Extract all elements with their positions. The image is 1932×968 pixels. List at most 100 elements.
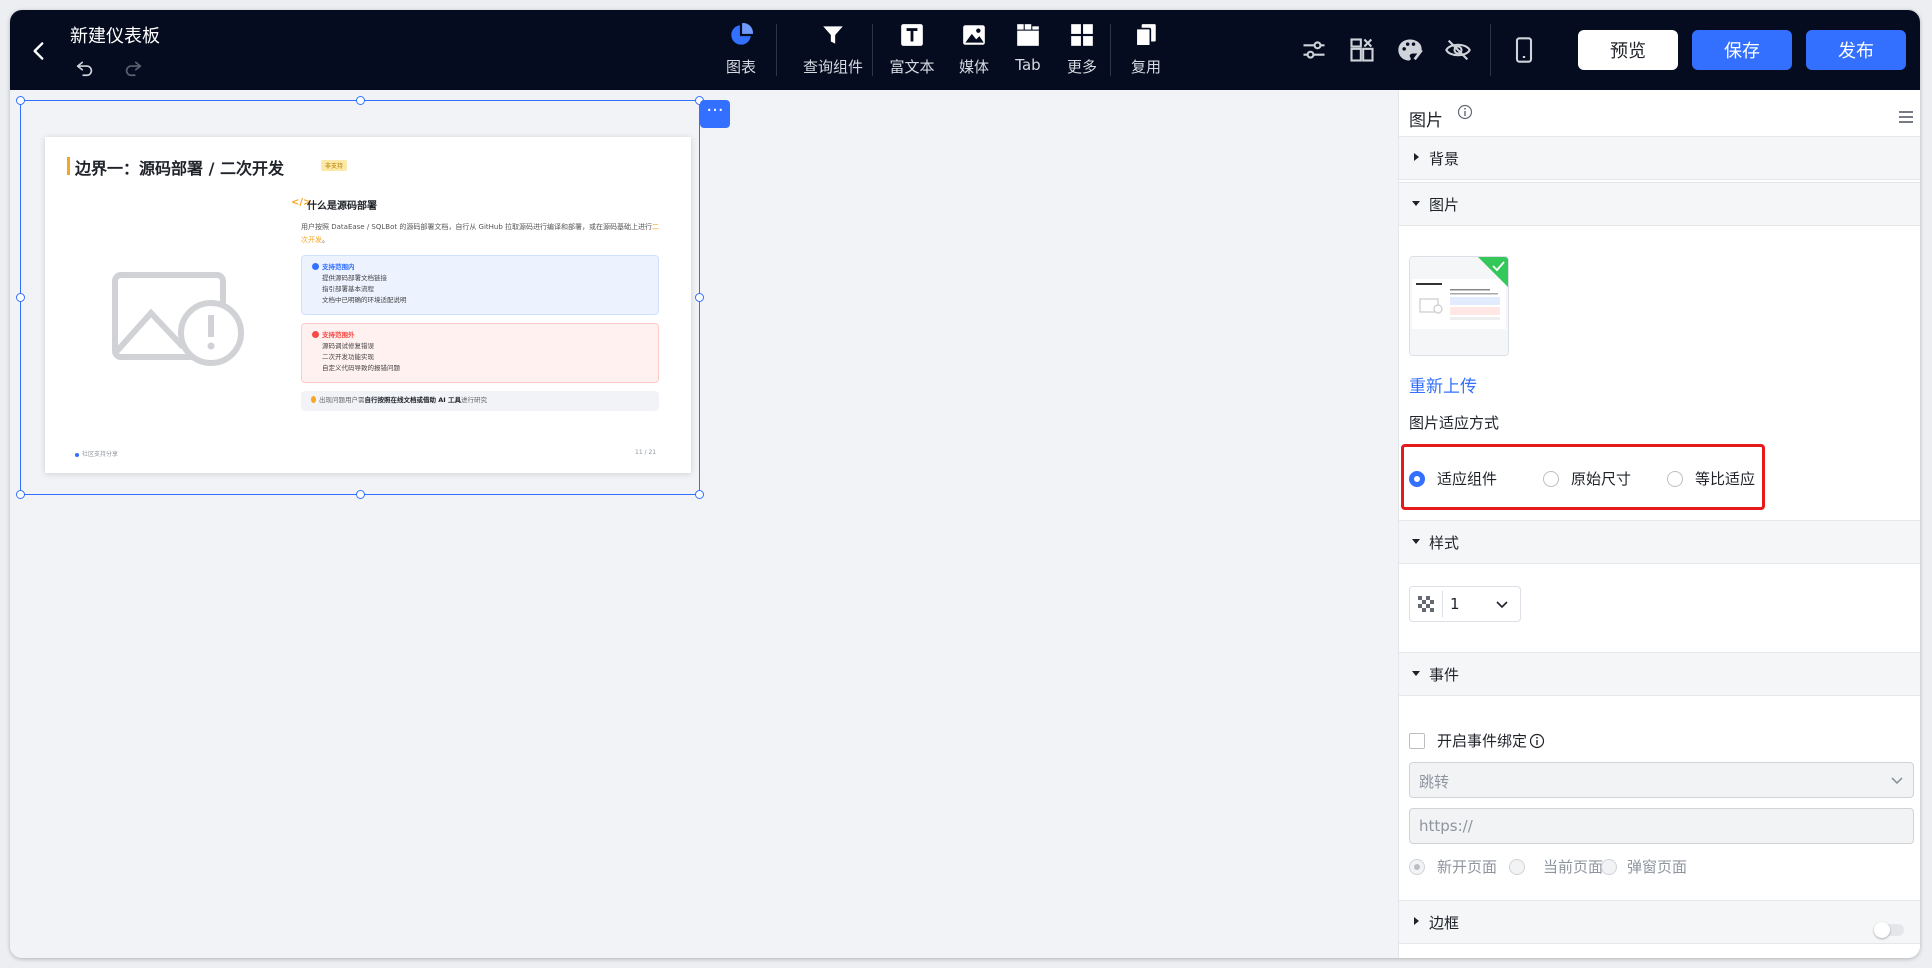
style-select-value: 1: [1450, 595, 1460, 613]
resize-handle[interactable]: [356, 96, 365, 105]
open-option-current-page[interactable]: 当前页面: [1509, 856, 1603, 877]
caret-down-icon: [1412, 671, 1420, 676]
url-input[interactable]: https://: [1409, 808, 1914, 844]
tool-chart[interactable]: 图表: [716, 20, 766, 82]
resize-handle[interactable]: [356, 490, 365, 499]
out-scope-title: 支持范围外: [312, 330, 648, 341]
tip-card: 出现问题用户需自行按照在线文档或借助 AI 工具进行研究: [301, 391, 659, 411]
grid-icon: [1071, 24, 1093, 46]
undo-icon[interactable]: [74, 56, 96, 78]
slide-section-title: 什么是源码部署: [307, 201, 377, 212]
tool-rich-text-label: 富文本: [889, 58, 935, 76]
toggle-knob: [1874, 922, 1890, 938]
image-thumbnail[interactable]: [1409, 256, 1509, 356]
section-border[interactable]: 边框: [1399, 900, 1920, 944]
tool-media[interactable]: 媒体: [952, 20, 996, 82]
tip-text: 出现问题用户需: [319, 396, 365, 404]
image-icon: [963, 25, 985, 45]
dashboard-title[interactable]: 新建仪表板: [70, 22, 160, 48]
eye-off-icon[interactable]: [1444, 36, 1472, 64]
settings-sliders-icon[interactable]: [1300, 36, 1328, 64]
redo-icon[interactable]: [122, 56, 144, 78]
section-border-label: 边框: [1429, 914, 1460, 932]
info-icon[interactable]: [1529, 733, 1545, 749]
url-placeholder: https://: [1419, 817, 1473, 835]
mobile-layout-icon[interactable]: [1510, 36, 1538, 64]
slide-footer: 社区支持分享: [75, 449, 118, 458]
fit-option-original[interactable]: 原始尺寸: [1543, 468, 1631, 489]
tool-reuse[interactable]: 复用: [1124, 20, 1168, 82]
filter-icon: [823, 26, 843, 44]
out-scope-item: 源码调试修复错误: [322, 342, 374, 350]
resize-handle[interactable]: [16, 490, 25, 499]
section-event-label: 事件: [1429, 666, 1460, 684]
fit-option-label: 原始尺寸: [1571, 470, 1632, 488]
thumbnail-preview: [1410, 257, 1508, 355]
resize-handle[interactable]: [695, 490, 704, 499]
section-background[interactable]: 背景: [1399, 136, 1920, 180]
preview-button[interactable]: 预览: [1578, 30, 1678, 70]
in-scope-title-text: 支持范围内: [322, 263, 355, 271]
open-option-popup[interactable]: 弹窗页面: [1601, 856, 1687, 877]
tool-more-label: 更多: [1066, 58, 1097, 76]
dashboard-canvas[interactable]: 边界一：源码部署 / 二次开发 非支持 </> 什么是源码部署 用户按照 Dat…: [10, 90, 1398, 958]
toolbar-divider: [1110, 24, 1111, 76]
resize-handle[interactable]: [695, 293, 704, 302]
slide-paragraph: 用户按照 DataEase / SQLBot 的源码部署文档，自行从 GitHu…: [301, 221, 663, 247]
toolbar-divider: [1490, 24, 1491, 76]
tool-more[interactable]: 更多: [1060, 20, 1104, 82]
caret-right-icon: [1414, 917, 1419, 925]
slide-title-bar: [67, 157, 70, 175]
tip-text-end: 进行研究: [460, 396, 487, 404]
section-style[interactable]: 样式: [1399, 520, 1920, 564]
back-arrow-icon[interactable]: [26, 38, 52, 64]
reupload-link[interactable]: 重新上传: [1409, 372, 1477, 397]
resize-handle[interactable]: [16, 96, 25, 105]
radio-icon: [1601, 858, 1617, 875]
style-select[interactable]: 1: [1409, 586, 1521, 622]
section-background-label: 背景: [1429, 150, 1460, 168]
event-type-select[interactable]: 跳转: [1409, 762, 1914, 798]
event-type-value: 跳转: [1419, 773, 1450, 791]
menu-icon[interactable]: [1897, 108, 1915, 126]
tool-rich-text[interactable]: 富文本: [886, 20, 938, 82]
event-bind-checkbox[interactable]: 开启事件绑定: [1409, 730, 1545, 751]
fit-option-proportional[interactable]: 等比适应: [1667, 468, 1755, 489]
out-scope-item: 自定义代码导致的报错问题: [322, 364, 400, 372]
tool-tab[interactable]: Tab: [1006, 20, 1050, 82]
footer-dot: [75, 453, 79, 457]
copy-icon: [1135, 24, 1156, 47]
section-event[interactable]: 事件: [1399, 652, 1920, 696]
tab-icon: [1017, 24, 1039, 46]
rich-text-icon: [901, 24, 923, 46]
pie-chart-icon: [731, 23, 753, 45]
in-scope-card: 支持范围内 提供源码部署文档链接 指引部署基本流程 文档中已明确的环境适配说明: [301, 255, 659, 315]
toolbar-divider: [776, 24, 777, 76]
broken-image-icon: [112, 272, 244, 366]
top-toolbar: 新建仪表板 图表 查询组件 富文本 媒体 Tab 更多 复用 预览 保存 发布: [10, 10, 1920, 90]
image-component[interactable]: 边界一：源码部署 / 二次开发 非支持 </> 什么是源码部署 用户按照 Dat…: [16, 96, 704, 499]
checkbox-icon: [1409, 732, 1425, 749]
fit-option-component[interactable]: 适应组件: [1409, 468, 1497, 489]
info-icon[interactable]: [1457, 104, 1473, 120]
caret-down-icon: [1412, 539, 1420, 544]
tool-query[interactable]: 查询组件: [790, 20, 876, 82]
radio-icon: [1543, 470, 1559, 487]
radio-selected-icon: [1409, 858, 1425, 875]
resize-handle[interactable]: [16, 293, 25, 302]
caret-right-icon: [1414, 153, 1419, 161]
publish-button[interactable]: 发布: [1806, 30, 1906, 70]
component-more-button[interactable]: ···: [700, 100, 730, 128]
save-button[interactable]: 保存: [1692, 30, 1792, 70]
out-scope-card: 支持范围外 源码调试修复错误 二次开发功能实现 自定义代码导致的报错问题: [301, 323, 659, 383]
slide-paragraph-end: 。: [322, 236, 329, 244]
radio-icon: [1509, 858, 1525, 875]
fit-mode-label: 图片适应方式: [1409, 414, 1500, 432]
layout-component-icon[interactable]: [1348, 36, 1376, 64]
open-option-new-page[interactable]: 新开页面: [1409, 856, 1497, 877]
in-scope-item: 提供源码部署文档链接: [322, 274, 387, 282]
border-toggle[interactable]: [1874, 922, 1904, 938]
palette-icon[interactable]: [1396, 36, 1424, 64]
section-image[interactable]: 图片: [1399, 182, 1920, 226]
close-circle-icon: [312, 331, 319, 338]
